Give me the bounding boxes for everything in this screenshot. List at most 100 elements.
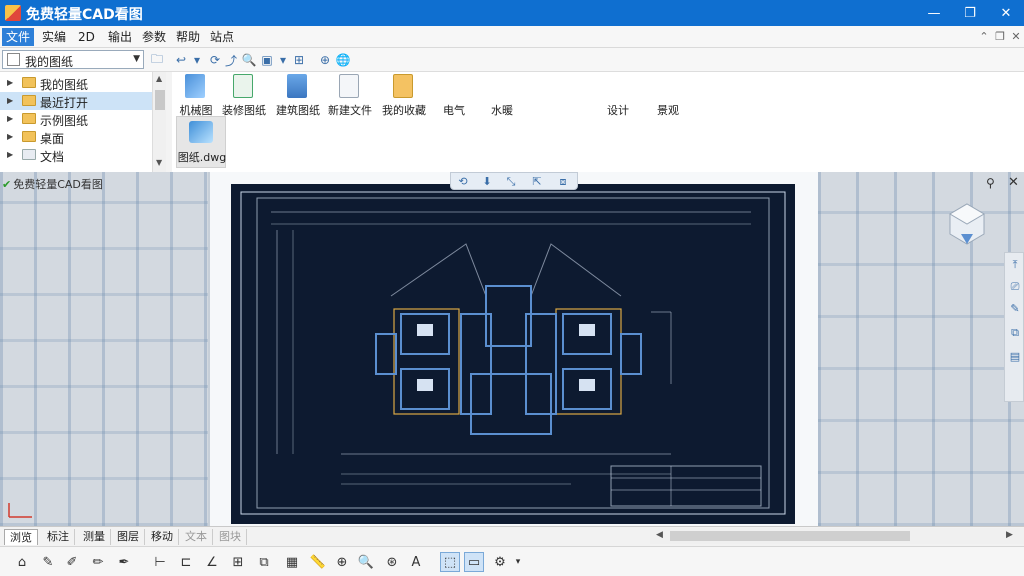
file-item[interactable]: 设计 xyxy=(590,74,646,120)
marker-icon[interactable]: ✏ xyxy=(88,552,108,572)
menu-params[interactable]: 参数 xyxy=(138,28,170,46)
search-icon[interactable]: 🔍 xyxy=(240,51,258,69)
tree-item-label: 示例图纸 xyxy=(40,114,89,128)
tab-blocks[interactable]: 图块 xyxy=(214,529,247,545)
measure-icon[interactable]: ⤡ xyxy=(503,174,519,190)
tab-layers[interactable]: 图层 xyxy=(112,529,145,545)
pencil-icon[interactable]: ✎ xyxy=(38,552,58,572)
ruler-icon[interactable]: 📏 xyxy=(308,552,328,572)
tree-item-label: 我的图纸 xyxy=(40,78,89,92)
file-item[interactable]: 建筑图纸 xyxy=(270,74,326,120)
tree-item[interactable]: ▶ 文档 xyxy=(0,146,152,164)
align-left-icon[interactable]: ⊢ xyxy=(150,552,170,572)
file-item[interactable]: 新建文件 xyxy=(322,74,378,120)
layers-icon[interactable]: ⧈ xyxy=(555,174,571,190)
zoom-region-icon[interactable]: ⊛ xyxy=(382,552,402,572)
close-button[interactable]: ✕ xyxy=(988,0,1024,26)
folder-icon xyxy=(22,77,36,88)
expand-arrow-icon[interactable]: ▶ xyxy=(7,132,13,141)
file-item[interactable]: 我的收藏 xyxy=(376,74,432,120)
tree-scrollbar[interactable]: ▲ ▼ xyxy=(152,72,166,172)
app-logo-icon xyxy=(5,5,21,21)
export-icon[interactable]: ⇱ xyxy=(529,174,545,190)
tree-item-selected[interactable]: ▶ 最近打开 xyxy=(0,92,152,110)
file-item[interactable]: 景观 xyxy=(640,74,696,120)
properties-icon[interactable]: ▤ xyxy=(1007,349,1023,365)
forward-icon[interactable]: ▾ xyxy=(188,51,206,69)
tree-item[interactable]: ▶ 示例图纸 xyxy=(0,110,152,128)
file-item[interactable]: 水暖 xyxy=(474,74,530,120)
menu-output[interactable]: 输出 xyxy=(104,28,136,46)
align-shape-icon[interactable]: ⊏ xyxy=(176,552,196,572)
window-title: 免费轻量CAD看图 xyxy=(26,7,143,23)
copy-icon[interactable]: ⧉ xyxy=(1007,325,1023,341)
tab-text[interactable]: 文本 xyxy=(180,529,213,545)
angle-icon[interactable]: ∠ xyxy=(202,552,222,572)
expand-arrow-icon[interactable]: ▶ xyxy=(7,114,13,123)
rotate-icon[interactable]: ⟲ xyxy=(455,174,471,190)
grid-snap-icon[interactable]: ⊞ xyxy=(228,552,248,572)
pan-icon[interactable]: ⎚ xyxy=(1007,279,1023,295)
scroll-down-icon[interactable]: ▼ xyxy=(156,158,162,167)
scroll-up-icon[interactable]: ▲ xyxy=(156,74,162,83)
mdi-close-button[interactable]: ✕ xyxy=(1008,29,1024,45)
file-item-label: 建筑图纸 xyxy=(276,104,320,117)
menu-2d[interactable]: 2D xyxy=(74,28,99,46)
mdi-collapse-button[interactable]: ⌃ xyxy=(976,29,992,45)
menu-help[interactable]: 帮助 xyxy=(172,28,204,46)
view-cube-icon[interactable] xyxy=(944,200,990,248)
tab-measure[interactable]: 测量 xyxy=(78,529,111,545)
mdi-restore-button[interactable]: ❐ xyxy=(992,29,1008,45)
file-item[interactable]: 装修图纸 xyxy=(216,74,272,120)
scrollbar-thumb[interactable] xyxy=(155,90,165,110)
tab-browse[interactable]: 浏览 xyxy=(4,529,38,545)
minimize-button[interactable]: — xyxy=(916,0,952,26)
maximize-button[interactable]: ❐ xyxy=(952,0,988,26)
search-icon[interactable]: 🔍 xyxy=(356,552,376,572)
folder-select[interactable]: 我的图纸 ▼ xyxy=(2,50,144,69)
menu-site[interactable]: 站点 xyxy=(206,28,238,46)
open-folder-icon[interactable]: 🗀 xyxy=(148,51,166,69)
tree-item-label: 桌面 xyxy=(40,132,65,146)
select-icon[interactable]: ⬚ xyxy=(440,552,460,572)
expand-arrow-icon[interactable]: ▶ xyxy=(7,96,13,105)
brush-icon[interactable]: ✐ xyxy=(62,552,82,572)
cad-drawing[interactable] xyxy=(231,184,795,524)
close-viewer-icon[interactable]: ✕ xyxy=(1008,175,1019,190)
right-tool-panel: ⤒ ⎚ ✎ ⧉ ▤ xyxy=(1004,252,1024,402)
globe-icon[interactable]: 🌐 xyxy=(334,51,352,69)
tab-annotate[interactable]: 标注 xyxy=(42,529,75,545)
measure-tool-icon[interactable]: ✎ xyxy=(1007,301,1023,317)
zoom-extent-icon[interactable]: ⊕ xyxy=(332,552,352,572)
new-shape-icon[interactable]: ⌂ xyxy=(12,552,32,572)
menu-edit[interactable]: 实编 xyxy=(38,28,70,46)
text-icon[interactable]: A xyxy=(406,552,426,572)
pin-icon[interactable]: ⚲ xyxy=(986,176,995,190)
window-icon[interactable]: ▭ xyxy=(464,552,484,572)
layout-icon[interactable]: ⊞ xyxy=(290,51,308,69)
menu-file[interactable]: 文件 xyxy=(2,28,35,46)
download-icon[interactable]: ⬇ xyxy=(479,174,495,190)
selected-file-item[interactable]: 图纸.dwg xyxy=(176,116,226,168)
building-icon[interactable]: ▦ xyxy=(282,552,302,572)
layer-link-icon[interactable]: ⧉ xyxy=(254,552,274,572)
tree-item[interactable]: ▶ 我的图纸 xyxy=(0,74,152,92)
tab-move[interactable]: 移动 xyxy=(146,529,179,545)
zoom-icon[interactable]: ⊕ xyxy=(316,51,334,69)
folder-tree: ▶ 我的图纸 ▶ 最近打开 ▶ 示例图纸 ▶ 桌面 ▶ 文档 xyxy=(0,72,166,172)
file-item-label: 我的收藏 xyxy=(382,104,426,117)
scroll-left-icon[interactable]: ◀ xyxy=(656,530,663,540)
expand-arrow-icon[interactable]: ▶ xyxy=(7,78,13,87)
settings-icon[interactable]: ⚙ xyxy=(490,552,510,572)
scroll-right-icon[interactable]: ▶ xyxy=(1006,530,1013,540)
settings-dropdown-icon[interactable]: ▾ xyxy=(508,552,528,572)
tree-item[interactable]: ▶ 桌面 xyxy=(0,128,152,146)
viewer-background-right xyxy=(818,172,1024,526)
up-folder-icon[interactable]: ⤴ xyxy=(222,51,240,69)
tree-item-label: 最近打开 xyxy=(40,96,89,110)
pen-icon[interactable]: ✒ xyxy=(114,552,134,572)
scrollbar-thumb[interactable] xyxy=(670,531,910,541)
zoom-in-icon[interactable]: ⤒ xyxy=(1007,257,1023,273)
horizontal-scrollbar[interactable]: ◀ ▶ xyxy=(650,528,1024,544)
expand-arrow-icon[interactable]: ▶ xyxy=(7,150,13,159)
